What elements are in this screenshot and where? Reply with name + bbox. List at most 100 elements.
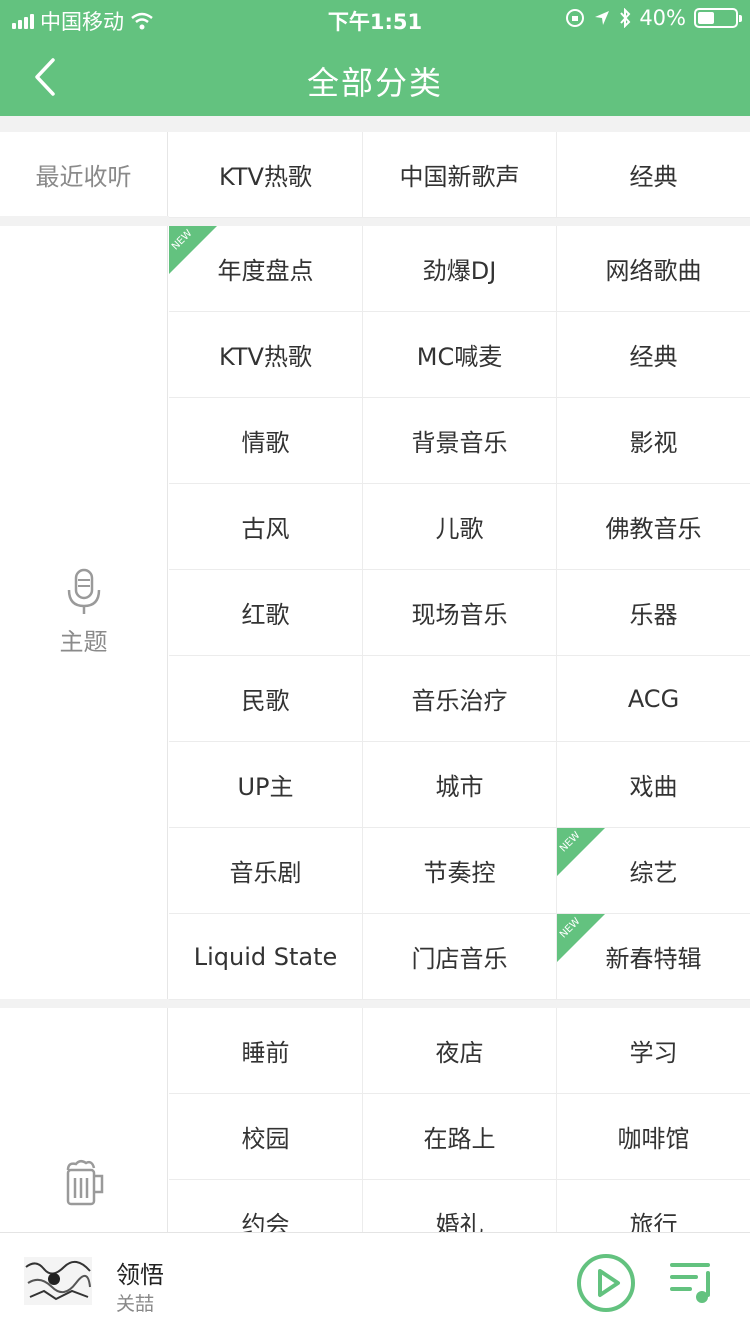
- theme-item-label: 音乐剧: [229, 859, 302, 887]
- new-badge-icon: NEW: [557, 914, 605, 962]
- theme-item[interactable]: 民歌: [169, 656, 363, 742]
- theme-item[interactable]: 网络歌曲: [557, 226, 750, 312]
- theme-item[interactable]: 综艺 NEW: [557, 828, 750, 914]
- theme-item[interactable]: 佛教音乐: [557, 484, 750, 570]
- theme-item-label: MC喊麦: [416, 343, 503, 371]
- recent-item-label: KTV热歌: [219, 163, 312, 191]
- theme-item-label: 节奏控: [423, 859, 496, 887]
- scene-item-label: 校园: [241, 1125, 290, 1153]
- theme-item[interactable]: 古风: [169, 484, 363, 570]
- category-list[interactable]: 最近收听 KTV热歌 中国新歌声 经典 主题 年度盘点 NEW 劲爆DJ 网络歌曲 KTV热…: [0, 116, 750, 1232]
- theme-item-label: ACG: [627, 684, 680, 713]
- theme-item-label: 劲爆DJ: [422, 257, 497, 285]
- theme-item[interactable]: Liquid State: [169, 914, 363, 1000]
- scene-item[interactable]: 校园: [169, 1094, 363, 1180]
- scene-item[interactable]: 夜店: [363, 1008, 557, 1094]
- recent-item[interactable]: KTV热歌: [169, 132, 363, 218]
- nav-bar: 全部分类: [0, 40, 750, 116]
- scene-item-label: 约会: [241, 1211, 290, 1232]
- theme-item-label: 背景音乐: [411, 429, 508, 457]
- recent-item-label: 经典: [629, 163, 678, 191]
- scene-label-cell: [0, 1008, 168, 1232]
- play-circle-icon: [577, 1254, 635, 1312]
- theme-item[interactable]: 音乐剧: [169, 828, 363, 914]
- scene-item-label: 婚礼: [435, 1211, 484, 1232]
- rotation-lock-icon: [566, 9, 585, 27]
- scene-item[interactable]: 学习: [557, 1008, 750, 1094]
- scene-item-label: 旅行: [629, 1211, 678, 1232]
- theme-item-label: Liquid State: [193, 942, 338, 971]
- theme-item[interactable]: 戏曲: [557, 742, 750, 828]
- theme-item[interactable]: UP主: [169, 742, 363, 828]
- theme-item-label: 网络歌曲: [605, 257, 702, 285]
- mini-player[interactable]: 领悟 关喆: [0, 1232, 750, 1333]
- theme-item[interactable]: 背景音乐: [363, 398, 557, 484]
- playlist-button[interactable]: [668, 1259, 718, 1305]
- scene-item[interactable]: 睡前: [169, 1008, 363, 1094]
- theme-item[interactable]: 劲爆DJ: [363, 226, 557, 312]
- scene-item-label: 学习: [629, 1039, 678, 1067]
- battery-percent: 40%: [639, 6, 686, 30]
- theme-item[interactable]: 节奏控: [363, 828, 557, 914]
- recent-item-label: 中国新歌声: [399, 163, 520, 191]
- theme-item-label: 情歌: [241, 429, 290, 457]
- theme-item[interactable]: 影视: [557, 398, 750, 484]
- location-icon: [595, 11, 610, 25]
- recent-item[interactable]: 中国新歌声: [363, 132, 557, 218]
- theme-item-label: 音乐治疗: [411, 687, 508, 715]
- scene-item[interactable]: 在路上: [363, 1094, 557, 1180]
- theme-item-label: 古风: [241, 515, 290, 543]
- scene-item[interactable]: 婚礼: [363, 1180, 557, 1232]
- playlist-icon: [670, 1263, 710, 1303]
- play-button[interactable]: [576, 1253, 636, 1313]
- theme-item-label: 戏曲: [629, 773, 678, 801]
- microphone-icon: [67, 568, 100, 614]
- scene-grid: 睡前 夜店 学习校园 在路上 咖啡馆约会 婚礼 旅行: [169, 1008, 750, 1232]
- scene-item-label: 在路上: [423, 1125, 496, 1153]
- theme-item[interactable]: ACG: [557, 656, 750, 742]
- theme-item-label: 红歌: [241, 601, 290, 629]
- theme-item-label: 经典: [629, 343, 678, 371]
- theme-section: 主题 年度盘点 NEW 劲爆DJ 网络歌曲 KTV热歌 MC喊麦 经典 情歌 背景音乐 影视 古风儿…: [0, 226, 750, 1000]
- theme-label-cell: 主题: [0, 226, 168, 999]
- theme-item[interactable]: 现场音乐: [363, 570, 557, 656]
- recent-grid: KTV热歌 中国新歌声 经典: [169, 132, 750, 218]
- theme-grid: 年度盘点 NEW 劲爆DJ 网络歌曲 KTV热歌 MC喊麦 经典 情歌 背景音乐 影视 古风 儿歌 佛教…: [169, 226, 750, 1000]
- theme-item-label: 新春特辑: [605, 945, 702, 973]
- scene-item-label: 夜店: [435, 1039, 484, 1067]
- theme-item-label: 门店音乐: [411, 945, 508, 973]
- top-bar: 中国移动 下午1:51 40% 全部分类: [0, 0, 750, 116]
- theme-item[interactable]: 城市: [363, 742, 557, 828]
- theme-item-label: UP主: [237, 773, 294, 801]
- recent-item[interactable]: 经典: [557, 132, 750, 218]
- theme-item-label: KTV热歌: [219, 343, 312, 371]
- theme-item[interactable]: 新春特辑 NEW: [557, 914, 750, 1000]
- theme-item[interactable]: KTV热歌: [169, 312, 363, 398]
- theme-item-label: 儿歌: [435, 515, 484, 543]
- scene-section: 睡前 夜店 学习校园 在路上 咖啡馆约会 婚礼 旅行: [0, 1008, 750, 1232]
- scene-item[interactable]: 咖啡馆: [557, 1094, 750, 1180]
- theme-item-label: 乐器: [629, 601, 678, 629]
- theme-item-label: 佛教音乐: [605, 515, 702, 543]
- song-title: 领悟: [116, 1261, 164, 1289]
- theme-item[interactable]: 年度盘点 NEW: [169, 226, 363, 312]
- theme-item[interactable]: 门店音乐: [363, 914, 557, 1000]
- scene-item[interactable]: 旅行: [557, 1180, 750, 1232]
- scene-item[interactable]: 约会: [169, 1180, 363, 1232]
- new-badge-icon: NEW: [557, 828, 605, 876]
- theme-item-label: 年度盘点: [217, 257, 314, 285]
- theme-item-label: 现场音乐: [411, 601, 508, 629]
- status-bar: 中国移动 下午1:51 40%: [0, 0, 750, 38]
- theme-item[interactable]: 情歌: [169, 398, 363, 484]
- scene-item-label: 咖啡馆: [617, 1125, 690, 1153]
- theme-item[interactable]: 红歌: [169, 570, 363, 656]
- theme-item[interactable]: MC喊麦: [363, 312, 557, 398]
- theme-item-label: 影视: [629, 429, 678, 457]
- theme-item[interactable]: 乐器: [557, 570, 750, 656]
- theme-item[interactable]: 儿歌: [363, 484, 557, 570]
- theme-item[interactable]: 经典: [557, 312, 750, 398]
- theme-item[interactable]: 音乐治疗: [363, 656, 557, 742]
- album-cover[interactable]: [24, 1257, 92, 1305]
- page-title: 全部分类: [306, 64, 443, 102]
- bluetooth-icon: [620, 8, 631, 28]
